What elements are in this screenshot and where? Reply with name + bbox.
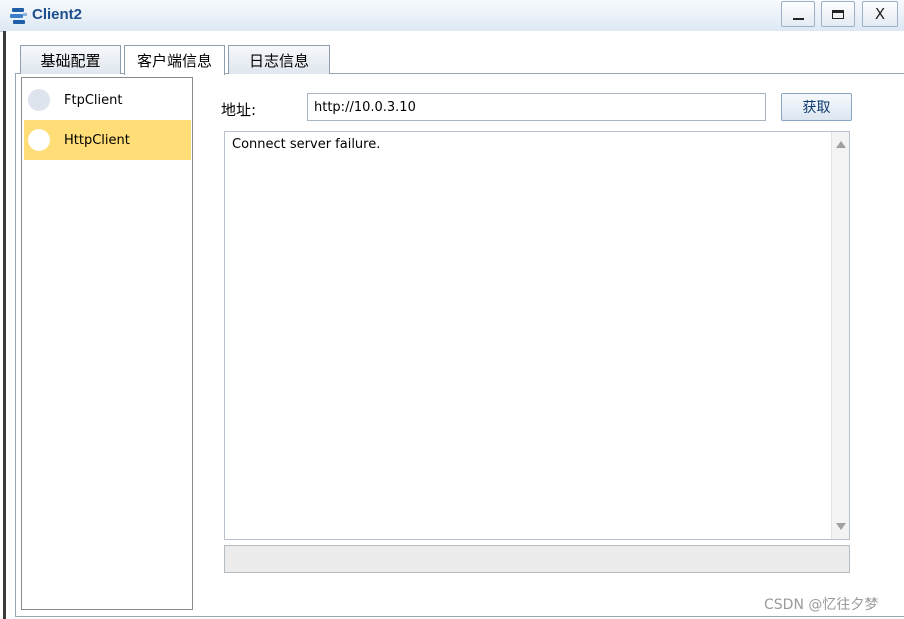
minimize-icon <box>792 18 804 20</box>
address-input[interactable] <box>307 93 766 121</box>
tab-basic-config[interactable]: 基础配置 <box>20 45 121 74</box>
title-bar[interactable]: Client2 X <box>0 0 904 32</box>
list-item-label: FtpClient <box>64 92 123 108</box>
tab-label: 日志信息 <box>248 51 309 70</box>
window-title: Client2 <box>32 6 83 23</box>
output-text: Connect server failure. <box>232 137 381 152</box>
app-icon <box>10 8 27 24</box>
scroll-up-icon[interactable] <box>836 141 846 148</box>
minimize-button[interactable] <box>781 1 815 27</box>
circle-icon <box>28 89 50 111</box>
client-list-item-http[interactable]: HttpClient <box>24 120 191 160</box>
scroll-down-icon[interactable] <box>836 523 846 530</box>
maximize-button[interactable] <box>821 1 855 27</box>
status-bar <box>224 545 850 573</box>
tab-label: 客户端信息 <box>136 52 212 70</box>
vertical-scrollbar[interactable] <box>831 132 849 539</box>
watermark: CSDN @忆往夕梦 <box>764 597 879 613</box>
list-item-label: HttpClient <box>64 132 130 148</box>
client-list: FtpClient HttpClient <box>21 77 193 610</box>
client-list-item-ftp[interactable]: FtpClient <box>24 80 191 120</box>
circle-icon <box>28 129 50 151</box>
maximize-icon <box>832 9 844 19</box>
fetch-button[interactable]: 获取 <box>781 93 852 121</box>
close-button[interactable]: X <box>862 1 898 27</box>
close-icon: X <box>874 5 886 23</box>
address-label: 地址: <box>221 101 257 119</box>
tab-client-info[interactable]: 客户端信息 <box>124 45 225 75</box>
tab-log-info[interactable]: 日志信息 <box>228 45 330 74</box>
output-textarea[interactable]: Connect server failure. <box>224 131 850 540</box>
tab-label: 基础配置 <box>40 51 101 70</box>
